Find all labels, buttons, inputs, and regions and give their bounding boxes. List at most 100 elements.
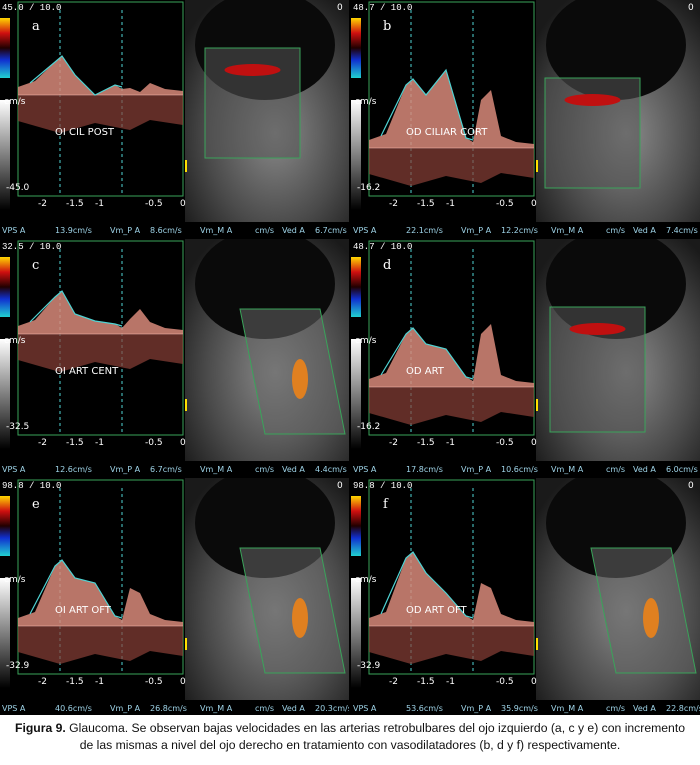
status-vps-val: 40.6cm/s [55,704,92,713]
status-vmm: Vm_M A [551,704,584,713]
ultrasound-panel-e: 98.8 / 10.0 e OI ART OFT cm/s -32.9 0 -2 -1.5 -1… [0,478,349,715]
status-vps: VPS A [353,226,377,235]
cms-label: cm/s [355,97,377,107]
tick-label: -0.5 [145,438,163,448]
tick-label: -1 [446,438,455,448]
tick-label: -2 [389,677,398,687]
panel-letter: a [32,19,40,34]
status-ved-val: 7.4cm/s [666,226,698,235]
status-ved-val: 6.0cm/s [666,465,698,474]
status-vmm: Vm_M A [551,226,584,235]
scale-header: 48.7 / 10.0 [353,3,413,13]
status-vps-val: 12.6cm/s [55,465,92,474]
cms-label: cm/s [355,336,377,346]
status-vmp-val: 26.8cm/s [150,704,187,713]
vessel-label: OI ART OFT [55,605,111,616]
status-bar: VPS A 40.6cm/s Vm_P A 26.8cm/s Vm_M A cm/s Ved… [0,702,349,715]
scale-top-right: 0 [337,481,343,491]
status-vmp-val: 8.6cm/s [150,226,182,235]
status-vmp: Vm_P A [110,226,141,235]
ultrasound-graphics [0,0,349,222]
cms-label: cm/s [355,575,377,585]
scale-bottom: -32.5 [6,422,30,432]
status-ved: Ved A [282,465,305,474]
scale-top-right: 0 [337,3,343,13]
status-vps-val: 53.6cm/s [406,704,443,713]
status-vmp: Vm_P A [110,465,141,474]
scale-bottom: -32.9 [357,661,381,671]
status-ved-val: 22.8cm/s [666,704,700,713]
vessel-label: OI ART CENT [55,366,119,377]
caption-label: Figura 9. [15,721,66,735]
status-vmm: Vm_M A [200,704,233,713]
panel-letter: e [32,497,40,512]
status-ved-val: 6.7cm/s [315,226,347,235]
status-ved: Ved A [633,226,656,235]
status-vps: VPS A [2,465,26,474]
scale-top-right: 0 [688,481,694,491]
scale-top-right: 0 [688,3,694,13]
cms-label: cm/s [4,97,26,107]
status-vmp: Vm_P A [461,465,492,474]
status-unit: cm/s [255,704,275,713]
ultrasound-panel-f: 98.8 / 10.0 f OD ART OFT cm/s -32.9 0 -2 -1.5 -1… [351,478,700,715]
tick-label: -2 [38,677,47,687]
tick-label: -1 [95,677,104,687]
figure-caption: Figura 9. Glaucoma. Se observan bajas ve… [10,720,690,754]
status-vmp: Vm_P A [110,704,141,713]
vessel-label: OD ART [406,366,444,377]
status-bar: VPS A 13.9cm/s Vm_P A 8.6cm/s Vm_M A cm/s Ved … [0,224,349,237]
scale-bottom: -32.9 [6,661,30,671]
status-bar: VPS A 17.8cm/s Vm_P A 10.6cm/s Vm_M A cm/s Ved… [351,463,700,476]
status-vps: VPS A [353,704,377,713]
status-unit: cm/s [606,465,626,474]
status-unit: cm/s [606,226,626,235]
status-vps: VPS A [353,465,377,474]
status-vps-val: 17.8cm/s [406,465,443,474]
status-vmp: Vm_P A [461,704,492,713]
panel-letter: b [383,19,392,34]
tick-label: -1.5 [66,199,84,209]
figure-image: 45.0 / 10.0 a OI CIL POST cm/s -45.0 0 -2 -1.5 -… [0,0,700,715]
tick-label: -0.5 [145,677,163,687]
status-bar: VPS A 53.6cm/s Vm_P A 35.9cm/s Vm_M A cm/s Ved… [351,702,700,715]
status-vmm: Vm_M A [551,465,584,474]
caption-text: Glaucoma. Se observan bajas velocidades … [65,721,685,752]
tick-label: 0 [180,438,186,448]
ultrasound-panel-a: 45.0 / 10.0 a OI CIL POST cm/s -45.0 0 -2 -1.5 -… [0,0,349,237]
tick-label: -2 [389,438,398,448]
ultrasound-graphics [0,478,349,700]
tick-label: -2 [38,438,47,448]
ultrasound-panel-d: 48.7 / 10.0 d OD ART cm/s -16.2 -2 -1.5 -1 -0.5 0… [351,239,700,476]
tick-label: -1.5 [66,438,84,448]
scale-header: 45.0 / 10.0 [2,3,62,13]
status-vmp-val: 10.6cm/s [501,465,538,474]
cms-label: cm/s [4,575,26,585]
scale-bottom: -16.2 [357,183,381,193]
tick-label: -1.5 [417,199,435,209]
status-vmp: Vm_P A [461,226,492,235]
vessel-label: OI CIL POST [55,127,115,138]
status-vps-val: 13.9cm/s [55,226,92,235]
scale-bottom: -16.2 [357,422,381,432]
status-ved-val: 20.3cm/s [315,704,349,713]
ultrasound-panel-b: 48.7 / 10.0 b OD CILIAR CORT cm/s -16.2 0 -2 -1… [351,0,700,237]
status-vps-val: 22.1cm/s [406,226,443,235]
status-bar: VPS A 22.1cm/s Vm_P A 12.2cm/s Vm_M A cm/s Ved… [351,224,700,237]
panel-letter: c [32,258,40,273]
ultrasound-graphics [351,239,700,461]
status-ved-val: 4.4cm/s [315,465,347,474]
status-ved: Ved A [633,704,656,713]
tick-label: 0 [531,677,537,687]
vessel-label: OD ART OFT [406,605,467,616]
status-vmp-val: 35.9cm/s [501,704,538,713]
panel-letter: d [383,258,392,273]
tick-label: -2 [389,199,398,209]
status-unit: cm/s [606,704,626,713]
scale-header: 32.5 / 10.0 [2,242,62,252]
tick-label: 0 [531,438,537,448]
tick-label: -0.5 [145,199,163,209]
tick-label: -1 [446,199,455,209]
ultrasound-graphics [0,239,349,461]
tick-label: -1 [95,438,104,448]
